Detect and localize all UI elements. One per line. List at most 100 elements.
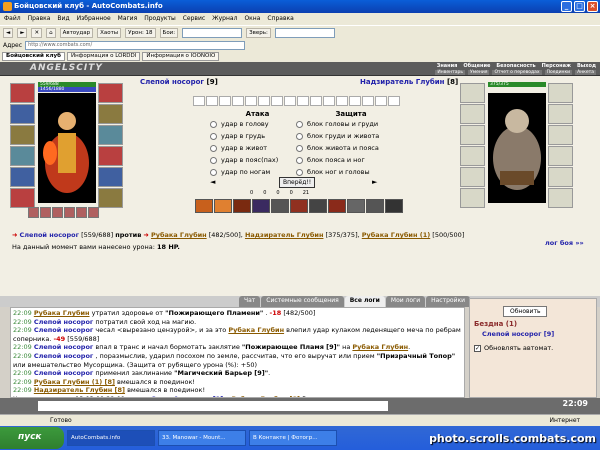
spell-slot[interactable] [323, 96, 335, 106]
forward-button[interactable]: ► [17, 27, 28, 38]
hotkeys-button[interactable]: Хаоты [97, 27, 122, 38]
equip-slot[interactable] [98, 146, 123, 166]
menu-view[interactable]: Вид [57, 15, 69, 25]
versus-enemy-2[interactable]: Надзиратель Глубин [245, 231, 323, 239]
spell-slot[interactable] [336, 96, 348, 106]
enemy-name[interactable]: Надзиратель Глубин [8] [360, 78, 458, 86]
belt-slot[interactable] [40, 207, 51, 218]
versus-me[interactable]: Слепой носорог [20, 231, 80, 239]
ability-slot[interactable] [252, 199, 270, 213]
belt-slot[interactable] [76, 207, 87, 218]
spell-slot[interactable] [310, 96, 322, 106]
equip-slot[interactable] [10, 125, 35, 145]
spell-slot[interactable] [284, 96, 296, 106]
taskbar-item[interactable]: В Контакте | Фотогр... [249, 430, 337, 446]
belt-slot[interactable] [64, 207, 75, 218]
ability-slot[interactable] [328, 199, 346, 213]
equip-slot[interactable] [98, 83, 123, 103]
belt-slot[interactable] [88, 207, 99, 218]
attack-head-radio[interactable]: удар в голову [210, 118, 305, 130]
auto-refresh-checkbox[interactable]: ✓ Обновлять автомат. [474, 344, 553, 352]
spell-slot[interactable] [219, 96, 231, 106]
nav-knowledge[interactable]: Знания [437, 63, 458, 69]
ability-slot[interactable] [309, 199, 327, 213]
spell-slot[interactable] [388, 96, 400, 106]
home-icon[interactable]: ⌂ [46, 27, 56, 38]
equip-slot[interactable] [10, 146, 35, 166]
versus-enemy-3[interactable]: Рубака Глубин (1) [362, 231, 430, 239]
nav-exit[interactable]: Выход [577, 63, 596, 69]
subnav-fights[interactable]: Поединки [544, 70, 573, 75]
spell-slot[interactable] [375, 96, 387, 106]
log-player-name[interactable]: Надзиратель Глубин [8] [34, 386, 125, 394]
subnav-profile[interactable]: Анкета [575, 70, 596, 75]
ability-slot[interactable] [290, 199, 308, 213]
block-head-chest-radio[interactable]: блок головы и груди [296, 118, 406, 130]
refresh-button[interactable]: Обновить [503, 306, 548, 317]
nav-security[interactable]: Безопасность [496, 63, 535, 69]
log-player-name[interactable]: Слепой носорог [34, 343, 94, 351]
spell-slot[interactable] [193, 96, 205, 106]
equip-slot[interactable] [10, 167, 35, 187]
menu-journal[interactable]: Журнал [212, 15, 237, 25]
fights-input[interactable] [182, 27, 243, 38]
spell-slot[interactable] [362, 96, 374, 106]
attack-belly-radio[interactable]: удар в живот [210, 142, 305, 154]
ability-slot[interactable] [195, 199, 213, 213]
go-button[interactable]: Вперёд!! [279, 177, 316, 188]
autoudar-button[interactable]: Автоудар [59, 27, 94, 38]
menu-edit[interactable]: Правка [28, 15, 51, 25]
tab-chat[interactable]: Чат [238, 296, 261, 307]
spell-slot[interactable] [271, 96, 283, 106]
tab-info-1[interactable]: Информация о LORDDI [66, 52, 141, 61]
belt-slot[interactable] [52, 207, 63, 218]
log-player-name[interactable]: Рубака Глубин (1) [8] [34, 378, 115, 386]
block-waist-legs-radio[interactable]: блок пояса и ног [296, 154, 406, 166]
taskbar-item[interactable]: AutoCombats.info [67, 430, 155, 446]
menu-magic[interactable]: Магия [118, 15, 138, 25]
address-input[interactable]: http://www.combats.com/ [25, 40, 246, 50]
equip-slot[interactable] [98, 188, 123, 208]
tab-all-logs[interactable]: Все логи [344, 296, 385, 307]
log-player-name[interactable]: Слепой носорог [34, 318, 94, 326]
block-belly-waist-radio[interactable]: блок живота и пояса [296, 142, 406, 154]
ability-slot[interactable] [347, 199, 365, 213]
log-player-name[interactable]: Рубака Глубин [352, 343, 408, 351]
stop-icon[interactable]: ✕ [31, 27, 43, 38]
attack-waist-radio[interactable]: удар в пояс(пах) [210, 154, 305, 166]
spell-slot[interactable] [206, 96, 218, 106]
ability-slot[interactable] [233, 199, 251, 213]
ability-slot[interactable] [271, 199, 289, 213]
spell-slot[interactable] [349, 96, 361, 106]
minimize-icon[interactable]: _ [561, 1, 572, 12]
battle-log-link[interactable]: лог боя »» [545, 239, 584, 247]
attack-chest-radio[interactable]: удар в грудь [210, 130, 305, 142]
versus-enemy-1[interactable]: Рубака Глубин [151, 231, 207, 239]
equip-slot[interactable] [10, 104, 35, 124]
menu-help[interactable]: Справка [267, 15, 293, 25]
spell-slot[interactable] [245, 96, 257, 106]
log-player-name[interactable]: Слепой носорог [34, 326, 94, 334]
subnav-inventory[interactable]: Инвентарь [435, 70, 465, 75]
arrow-right-icon[interactable]: ► [372, 178, 377, 186]
equip-slot[interactable] [98, 104, 123, 124]
spell-slot[interactable] [232, 96, 244, 106]
start-button[interactable]: пуск [0, 427, 64, 449]
log-player-name[interactable]: Рубака Глубин [228, 326, 284, 334]
spell-slot[interactable] [297, 96, 309, 106]
arrow-left-icon[interactable]: ◄ [210, 178, 215, 186]
damage-button[interactable]: Урон: 18 [125, 27, 156, 38]
menu-file[interactable]: Файл [4, 15, 21, 25]
equip-slot[interactable] [98, 125, 123, 145]
nav-character[interactable]: Персонаж [542, 63, 571, 69]
ability-slot[interactable] [214, 199, 232, 213]
back-button[interactable]: ◄ [3, 27, 14, 38]
player-name[interactable]: Слепой носорог [9] [140, 78, 218, 86]
log-player-name[interactable]: Слепой носорог [34, 352, 94, 360]
equip-slot[interactable] [10, 83, 35, 103]
block-chest-belly-radio[interactable]: блок груди и живота [296, 130, 406, 142]
tab-settings[interactable]: Настройки [426, 296, 470, 307]
menu-windows[interactable]: Окна [244, 15, 260, 25]
close-icon[interactable]: × [587, 1, 598, 12]
spell-slot[interactable] [258, 96, 270, 106]
